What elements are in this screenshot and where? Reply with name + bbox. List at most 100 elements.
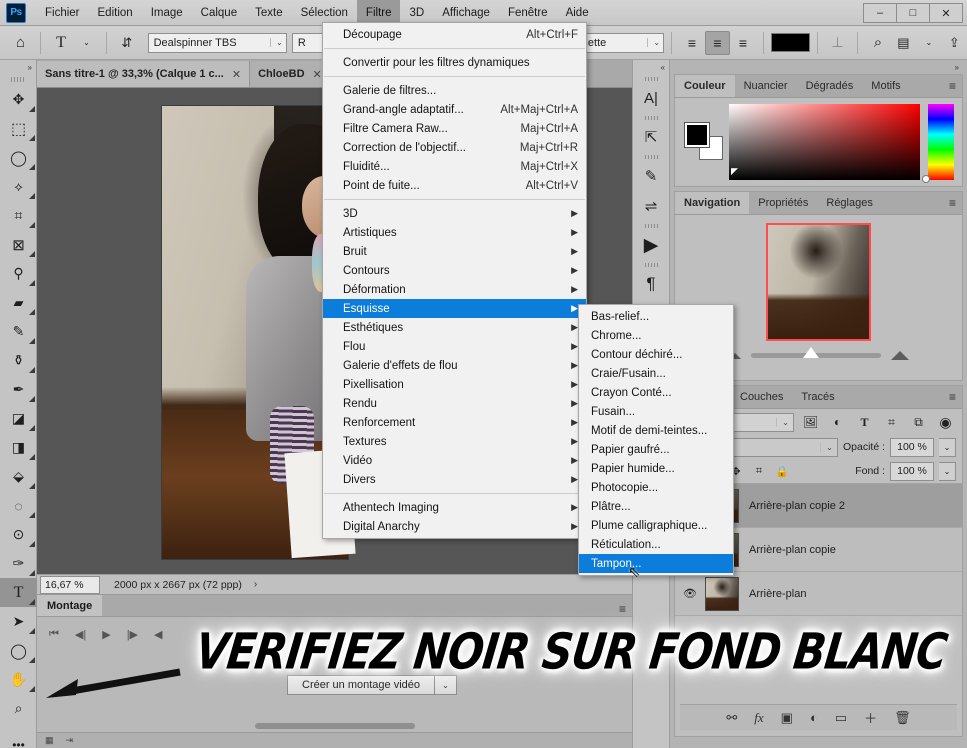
menu-item-correction-objectif[interactable]: Correction de l'objectif... Maj+Ctrl+R (323, 138, 586, 157)
timeline-play-icon[interactable]: ▶ (633, 230, 669, 260)
panel-grip[interactable] (633, 221, 669, 230)
submenu-item-photocopie[interactable]: Photocopie... (579, 478, 733, 497)
submenu-item-plume-calligraphique[interactable]: Plume calligraphique... (579, 516, 733, 535)
hand-tool[interactable]: ✋ (0, 665, 37, 694)
submenu-item-craie-fusain[interactable]: Craie/Fusain... (579, 364, 733, 383)
hue-marker[interactable] (922, 175, 930, 183)
menu-item-fluidite[interactable]: Fluidité... Maj+Ctrl+X (323, 157, 586, 176)
submenu-item-bas-relief[interactable]: Bas-relief... (579, 307, 733, 326)
chevron-down-icon[interactable]: ⌄ (74, 31, 99, 55)
new-group-icon[interactable]: ▭ (835, 710, 847, 726)
panel-menu-icon[interactable]: ≡ (949, 75, 956, 97)
menu-item-galerie-de-filtres[interactable]: Galerie de filtres... (323, 81, 586, 100)
panel-menu-icon[interactable]: ≡ (949, 386, 956, 408)
convert-icon[interactable]: ⇥ (66, 735, 74, 746)
fill-input[interactable]: 100 % (890, 461, 934, 481)
shape-filter-icon[interactable]: ⌗ (881, 412, 902, 432)
clone-stamp-tool[interactable]: ⚱ (0, 346, 37, 375)
text-color-swatch[interactable] (770, 33, 810, 52)
panel-grip[interactable] (0, 74, 36, 85)
panel-menu-icon[interactable]: ≡ (949, 192, 956, 214)
menu-item-athentech-imaging[interactable]: Athentech Imaging ▶ (323, 498, 586, 517)
lock-all-icon[interactable]: 🔒 (773, 461, 791, 481)
adjustment-filter-icon[interactable]: ◐ (827, 412, 848, 432)
tab-proprietes[interactable]: Propriétés (749, 192, 817, 214)
antialias-select[interactable]: Nette ⌄ (573, 32, 665, 53)
menu-item-renforcement[interactable]: Renforcement ▶ (323, 413, 586, 432)
add-mask-icon[interactable]: ▣ (781, 710, 793, 726)
audio-icon[interactable]: ◀ (154, 628, 162, 641)
text-orientation-icon[interactable]: ⇵ (114, 31, 139, 55)
layer-visibility-icon[interactable]: 👁 (675, 587, 705, 600)
menu-item-artistiques[interactable]: Artistiques ▶ (323, 223, 586, 242)
menu-item-filtre-camera-raw[interactable]: Filtre Camera Raw... Maj+Ctrl+A (323, 119, 586, 138)
layer-thumbnail[interactable] (705, 576, 739, 611)
tab-couleur[interactable]: Couleur (675, 75, 735, 97)
hue-slider[interactable] (922, 104, 954, 183)
collapse-panel-icon[interactable]: « (633, 60, 669, 74)
frame-grid-icon[interactable]: ▦ (45, 735, 54, 746)
adjustment-layer-icon[interactable]: ◐ (810, 710, 818, 725)
opacity-input[interactable]: 100 % (890, 437, 934, 457)
blur-tool[interactable]: ◌ (0, 491, 37, 520)
document-image[interactable] (161, 105, 356, 560)
ellipse-tool[interactable]: ◯ (0, 636, 37, 665)
filter-toggle-icon[interactable]: ◉ (935, 412, 956, 432)
menu-edition[interactable]: Edition (89, 0, 142, 26)
chevron-down-icon[interactable]: ⌄ (939, 437, 956, 457)
panel-grip[interactable] (633, 260, 669, 269)
workspace-icon[interactable]: ▤ (891, 31, 916, 55)
tab-couches[interactable]: Couches (731, 386, 792, 408)
menu-item-esthetiques[interactable]: Esthétiques ▶ (323, 318, 586, 337)
chevron-down-icon[interactable]: ⌄ (916, 31, 941, 55)
layer-name[interactable]: Arrière-plan copie 2 (749, 500, 845, 512)
maximize-button[interactable]: □ (896, 3, 930, 23)
layer-name[interactable]: Arrière-plan copie (749, 544, 836, 556)
menu-item-flou[interactable]: Flou ▶ (323, 337, 586, 356)
quick-selection-tool[interactable]: ⟡ (0, 172, 37, 201)
next-frame-icon[interactable]: |▶ (127, 628, 138, 641)
fx-icon[interactable]: fx (754, 710, 763, 726)
menu-fichier[interactable]: Fichier (36, 0, 89, 26)
layer-row[interactable]: 👁 Arrière-plan (675, 572, 962, 616)
paragraph-panel-icon[interactable]: ⇱ (633, 122, 669, 152)
play-icon[interactable]: ▶ (102, 628, 110, 641)
type-tool-preset-icon[interactable]: T (48, 31, 73, 55)
menu-item-pixellisation[interactable]: Pixellisation ▶ (323, 375, 586, 394)
tab-degrades[interactable]: Dégradés (797, 75, 863, 97)
smartobject-filter-icon[interactable]: ⧉ (908, 412, 929, 432)
align-right-icon[interactable]: ≡ (730, 31, 755, 55)
create-video-timeline-button[interactable]: Créer un montage vidéo (287, 675, 436, 695)
menu-item-convertir-filtres-dynamiques[interactable]: Convertir pour les filtres dynamiques (323, 53, 586, 72)
menu-item-3d[interactable]: 3D ▶ (323, 204, 586, 223)
edit-toolbar-icon[interactable]: ••• (0, 730, 37, 748)
path-selection-tool[interactable]: ➤ (0, 607, 37, 636)
adjustments-icon[interactable]: ⇌ (633, 191, 669, 221)
delete-layer-icon[interactable]: 🗑 (894, 710, 911, 726)
submenu-item-papier-humide[interactable]: Papier humide... (579, 459, 733, 478)
menu-item-bruit[interactable]: Bruit ▶ (323, 242, 586, 261)
align-left-icon[interactable]: ≡ (679, 31, 704, 55)
layer-name[interactable]: Arrière-plan (749, 588, 806, 600)
home-icon[interactable]: ⌂ (8, 31, 33, 55)
lock-artboard-icon[interactable]: ⌗ (750, 461, 768, 481)
lasso-tool[interactable]: ◯ (0, 143, 37, 172)
slider-thumb[interactable] (802, 347, 819, 358)
submenu-item-papier-gaufre[interactable]: Papier gaufré... (579, 440, 733, 459)
menu-item-rendu[interactable]: Rendu ▶ (323, 394, 586, 413)
rectangular-marquee-tool[interactable]: ⬚ (0, 114, 37, 143)
submenu-item-tampon[interactable]: Tampon... (579, 554, 733, 573)
close-icon[interactable]: ✕ (313, 68, 322, 81)
eyedropper-tool[interactable]: ⚲ (0, 259, 37, 288)
menu-item-point-de-fuite[interactable]: Point de fuite... Alt+Ctrl+V (323, 176, 586, 195)
foreground-color-swatch[interactable] (684, 122, 710, 148)
warp-text-icon[interactable]: ⊥ (825, 31, 850, 55)
brush-tool[interactable]: ✎ (0, 317, 37, 346)
move-tool[interactable]: ✥ (0, 85, 37, 114)
close-button[interactable]: ✕ (929, 3, 963, 23)
zoom-level-input[interactable]: 16,67 % (40, 575, 100, 594)
share-icon[interactable]: ⇪ (942, 31, 967, 55)
submenu-item-crayon-conte[interactable]: Crayon Conté... (579, 383, 733, 402)
dodge-tool[interactable]: ⊙ (0, 520, 37, 549)
font-family-select[interactable]: Dealspinner TBS ⌄ (147, 32, 287, 53)
